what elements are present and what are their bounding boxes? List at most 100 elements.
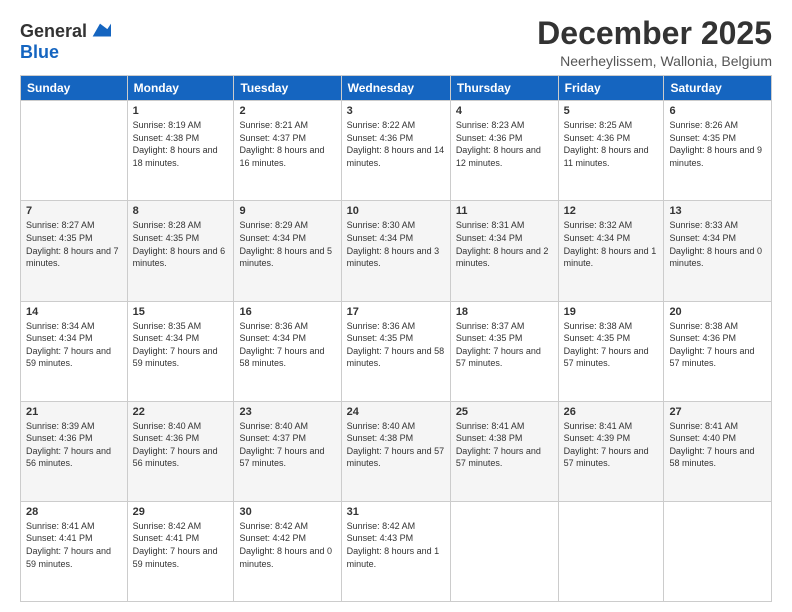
day-number: 4 [456,105,553,117]
day-info: Sunrise: 8:31 AMSunset: 4:34 PMDaylight:… [456,219,553,269]
col-thursday: Thursday [450,76,558,101]
day-info: Sunrise: 8:37 AMSunset: 4:35 PMDaylight:… [456,320,553,370]
day-number: 2 [239,105,335,117]
col-wednesday: Wednesday [341,76,450,101]
day-info: Sunrise: 8:41 AMSunset: 4:40 PMDaylight:… [669,420,766,470]
day-info: Sunrise: 8:33 AMSunset: 4:34 PMDaylight:… [669,219,766,269]
day-number: 26 [564,406,659,418]
day-number: 31 [347,506,445,518]
calendar-cell-w2-d3: 9 Sunrise: 8:29 AMSunset: 4:34 PMDaylight… [234,201,341,301]
calendar-cell-w5-d4: 31Sunrise: 8:42 AMSunset: 4:43 PMDayligh… [341,501,450,601]
day-number: 19 [564,306,659,318]
calendar-cell-w5-d7 [664,501,772,601]
day-info: Sunrise: 8:27 AMSunset: 4:35 PMDaylight:… [26,219,122,269]
day-number: 8 [133,205,229,217]
day-number: 24 [347,406,445,418]
day-info: Sunrise: 8:32 AMSunset: 4:34 PMDaylight:… [564,219,659,269]
week-row-2: 7 Sunrise: 8:27 AMSunset: 4:35 PMDaylight… [21,201,772,301]
day-number: 20 [669,306,766,318]
calendar-cell-w1-d1 [21,101,128,201]
calendar-cell-w4-d3: 23Sunrise: 8:40 AMSunset: 4:37 PMDayligh… [234,401,341,501]
day-info: Sunrise: 8:42 AMSunset: 4:42 PMDaylight:… [239,520,335,570]
day-info: Sunrise: 8:28 AMSunset: 4:35 PMDaylight:… [133,219,229,269]
day-number: 9 [239,205,335,217]
calendar-cell-w4-d2: 22 Sunrise: 8:40 AMSunset: 4:36 PMDayligh… [127,401,234,501]
calendar-cell-w2-d2: 8 Sunrise: 8:28 AMSunset: 4:35 PMDaylight… [127,201,234,301]
day-info: Sunrise: 8:21 AMSunset: 4:37 PMDaylight:… [239,119,335,169]
calendar-cell-w2-d7: 13 Sunrise: 8:33 AMSunset: 4:34 PMDayligh… [664,201,772,301]
calendar-cell-w4-d7: 27 Sunrise: 8:41 AMSunset: 4:40 PMDayligh… [664,401,772,501]
day-number: 30 [239,506,335,518]
day-number: 17 [347,306,445,318]
calendar-cell-w1-d5: 4 Sunrise: 8:23 AMSunset: 4:36 PMDaylight… [450,101,558,201]
title-block: December 2025 Neerheylissem, Wallonia, B… [537,16,772,69]
calendar-cell-w4-d1: 21 Sunrise: 8:39 AMSunset: 4:36 PMDayligh… [21,401,128,501]
calendar-cell-w5-d1: 28Sunrise: 8:41 AMSunset: 4:41 PMDayligh… [21,501,128,601]
day-number: 27 [669,406,766,418]
day-info: Sunrise: 8:39 AMSunset: 4:36 PMDaylight:… [26,420,122,470]
main-title: December 2025 [537,16,772,51]
day-info: Sunrise: 8:36 AMSunset: 4:34 PMDaylight:… [239,320,335,370]
day-number: 25 [456,406,553,418]
day-info: Sunrise: 8:41 AMSunset: 4:38 PMDaylight:… [456,420,553,470]
day-number: 7 [26,205,122,217]
calendar-cell-w2-d4: 10 Sunrise: 8:30 AMSunset: 4:34 PMDayligh… [341,201,450,301]
day-info: Sunrise: 8:40 AMSunset: 4:37 PMDaylight:… [239,420,335,470]
calendar-cell-w5-d5 [450,501,558,601]
day-info: Sunrise: 8:40 AMSunset: 4:36 PMDaylight:… [133,420,229,470]
day-number: 3 [347,105,445,117]
calendar-cell-w1-d6: 5Sunrise: 8:25 AMSunset: 4:36 PMDaylight… [558,101,664,201]
day-number: 22 [133,406,229,418]
calendar-cell-w2-d5: 11 Sunrise: 8:31 AMSunset: 4:34 PMDayligh… [450,201,558,301]
calendar-cell-w2-d6: 12 Sunrise: 8:32 AMSunset: 4:34 PMDayligh… [558,201,664,301]
day-info: Sunrise: 8:29 AMSunset: 4:34 PMDaylight:… [239,219,335,269]
day-info: Sunrise: 8:30 AMSunset: 4:34 PMDaylight:… [347,219,445,269]
day-number: 5 [564,105,659,117]
day-number: 13 [669,205,766,217]
calendar-cell-w4-d4: 24 Sunrise: 8:40 AMSunset: 4:38 PMDayligh… [341,401,450,501]
page: General Blue December 2025 Neerheylissem… [0,0,792,612]
header: General Blue December 2025 Neerheylissem… [20,16,772,69]
calendar-cell-w3-d4: 17 Sunrise: 8:36 AMSunset: 4:35 PMDayligh… [341,301,450,401]
day-number: 6 [669,105,766,117]
calendar-cell-w5-d2: 29 Sunrise: 8:42 AMSunset: 4:41 PMDayligh… [127,501,234,601]
day-info: Sunrise: 8:42 AMSunset: 4:41 PMDaylight:… [133,520,229,570]
calendar-cell-w4-d6: 26 Sunrise: 8:41 AMSunset: 4:39 PMDayligh… [558,401,664,501]
calendar-cell-w5-d6 [558,501,664,601]
day-info: Sunrise: 8:36 AMSunset: 4:35 PMDaylight:… [347,320,445,370]
logo-icon [89,20,111,42]
day-info: Sunrise: 8:35 AMSunset: 4:34 PMDaylight:… [133,320,229,370]
calendar-header-row: Sunday Monday Tuesday Wednesday Thursday… [21,76,772,101]
week-row-1: 1Sunrise: 8:19 AMSunset: 4:38 PMDaylight… [21,101,772,201]
day-number: 18 [456,306,553,318]
day-info: Sunrise: 8:40 AMSunset: 4:38 PMDaylight:… [347,420,445,470]
day-number: 10 [347,205,445,217]
day-number: 29 [133,506,229,518]
calendar-cell-w3-d6: 19 Sunrise: 8:38 AMSunset: 4:35 PMDayligh… [558,301,664,401]
day-info: Sunrise: 8:41 AMSunset: 4:39 PMDaylight:… [564,420,659,470]
calendar-cell-w1-d7: 6Sunrise: 8:26 AMSunset: 4:35 PMDaylight… [664,101,772,201]
day-number: 21 [26,406,122,418]
col-saturday: Saturday [664,76,772,101]
day-info: Sunrise: 8:41 AMSunset: 4:41 PMDaylight:… [26,520,122,570]
day-number: 16 [239,306,335,318]
week-row-3: 14Sunrise: 8:34 AMSunset: 4:34 PMDayligh… [21,301,772,401]
day-info: Sunrise: 8:38 AMSunset: 4:35 PMDaylight:… [564,320,659,370]
logo: General Blue [20,20,111,63]
calendar-cell-w2-d1: 7 Sunrise: 8:27 AMSunset: 4:35 PMDaylight… [21,201,128,301]
calendar-cell-w3-d1: 14Sunrise: 8:34 AMSunset: 4:34 PMDayligh… [21,301,128,401]
logo-general-text: General [20,21,87,42]
subtitle: Neerheylissem, Wallonia, Belgium [537,53,772,69]
calendar-cell-w3-d3: 16 Sunrise: 8:36 AMSunset: 4:34 PMDayligh… [234,301,341,401]
day-info: Sunrise: 8:23 AMSunset: 4:36 PMDaylight:… [456,119,553,169]
logo-blue-text: Blue [20,42,59,63]
day-number: 15 [133,306,229,318]
week-row-5: 28Sunrise: 8:41 AMSunset: 4:41 PMDayligh… [21,501,772,601]
day-info: Sunrise: 8:19 AMSunset: 4:38 PMDaylight:… [133,119,229,169]
day-number: 11 [456,205,553,217]
day-number: 12 [564,205,659,217]
col-friday: Friday [558,76,664,101]
calendar-cell-w3-d2: 15 Sunrise: 8:35 AMSunset: 4:34 PMDayligh… [127,301,234,401]
col-sunday: Sunday [21,76,128,101]
calendar-cell-w4-d5: 25 Sunrise: 8:41 AMSunset: 4:38 PMDayligh… [450,401,558,501]
